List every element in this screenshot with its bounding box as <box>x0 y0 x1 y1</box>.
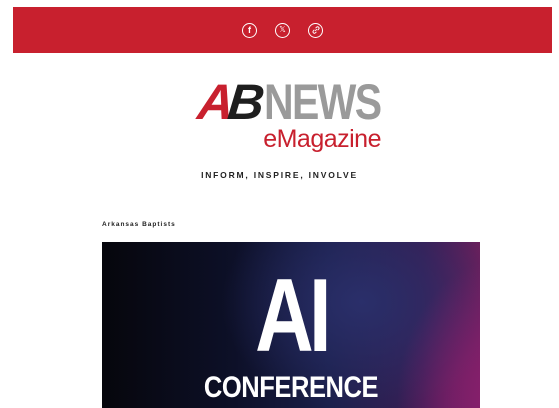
article-source: Arkansas Baptists <box>102 221 176 228</box>
social-share-bar: f 𝕏 <box>13 7 552 53</box>
email-page: f 𝕏 AB NEWS eMagazine INFORM, INSPIRE, I… <box>0 0 559 408</box>
facebook-button[interactable]: f <box>242 22 257 38</box>
logo-emagazine-text: eMagazine <box>263 125 381 153</box>
hero-title: AI <box>255 258 331 374</box>
logo-news-text: NEWS <box>264 74 382 130</box>
logo-wordmark: AB NEWS <box>195 74 406 130</box>
x-twitter-button[interactable]: 𝕏 <box>275 22 290 38</box>
ab-news-emagazine-logo[interactable]: AB NEWS eMagazine <box>195 74 383 162</box>
tagline: INFORM, INSPIRE, INVOLVE <box>201 170 358 180</box>
link-button[interactable] <box>308 22 323 38</box>
hero-image[interactable]: AI CONFERENCE <box>102 242 480 408</box>
logo-ab-mark: AB <box>195 74 262 130</box>
hero-subtitle: CONFERENCE <box>203 371 379 404</box>
x-twitter-icon: 𝕏 <box>279 25 286 34</box>
facebook-icon: f <box>248 24 251 35</box>
link-icon <box>312 26 320 34</box>
